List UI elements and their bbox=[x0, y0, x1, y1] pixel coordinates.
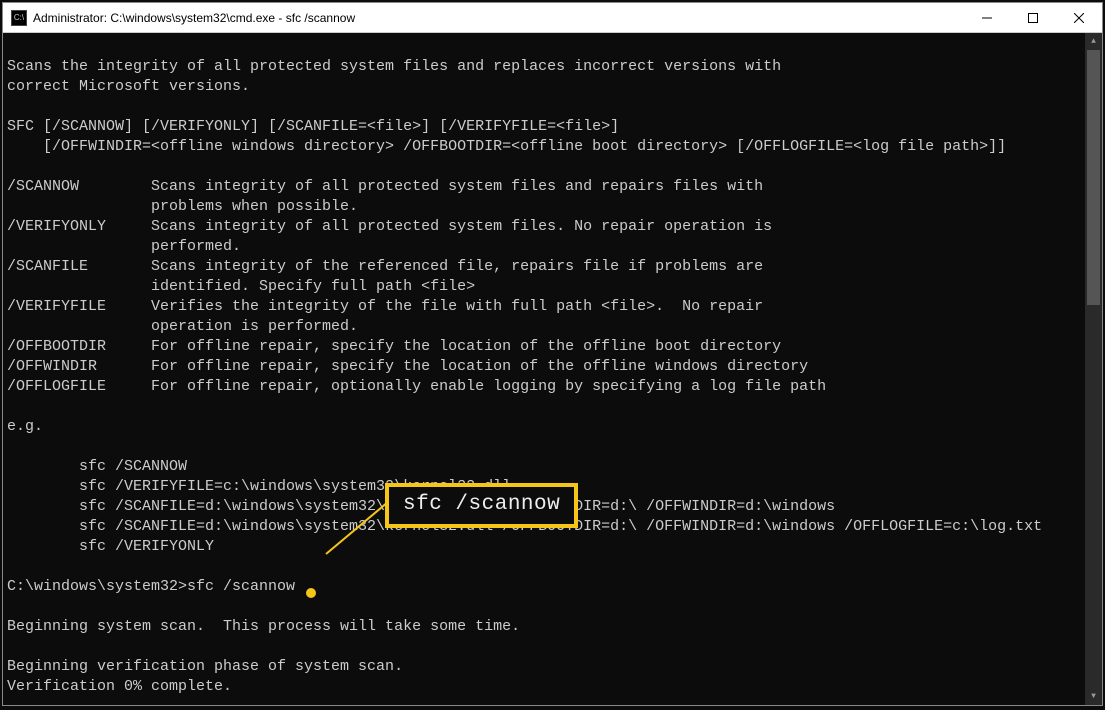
terminal-line: sfc /VERIFYONLY bbox=[7, 538, 214, 555]
close-button[interactable] bbox=[1056, 3, 1102, 33]
terminal-line: identified. Specify full path <file> bbox=[7, 278, 475, 295]
terminal-line: /SCANNOW Scans integrity of all protecte… bbox=[7, 178, 763, 195]
callout-text: sfc /scannow bbox=[403, 493, 560, 516]
terminal-line: /VERIFYONLY Scans integrity of all prote… bbox=[7, 218, 772, 235]
content-area: Scans the integrity of all protected sys… bbox=[3, 33, 1102, 705]
scroll-track[interactable] bbox=[1085, 50, 1102, 688]
terminal-line: Scans the integrity of all protected sys… bbox=[7, 58, 781, 75]
terminal-line: C:\windows\system32>sfc /scannow bbox=[7, 578, 295, 595]
terminal-line: sfc /SCANNOW bbox=[7, 458, 187, 475]
terminal-line: /OFFWINDIR For offline repair, specify t… bbox=[7, 358, 808, 375]
terminal-line: operation is performed. bbox=[7, 318, 358, 335]
terminal-line: [/OFFWINDIR=<offline windows directory> … bbox=[7, 138, 1006, 155]
vertical-scrollbar[interactable]: ▲ ▼ bbox=[1085, 33, 1102, 705]
terminal-line: SFC [/SCANNOW] [/VERIFYONLY] [/SCANFILE=… bbox=[7, 118, 619, 135]
terminal-line: Beginning system scan. This process will… bbox=[7, 618, 520, 635]
maximize-icon bbox=[1028, 13, 1038, 23]
terminal-output[interactable]: Scans the integrity of all protected sys… bbox=[3, 33, 1085, 705]
callout-box: sfc /scannow bbox=[385, 483, 578, 528]
terminal-line: correct Microsoft versions. bbox=[7, 78, 250, 95]
window-title: Administrator: C:\windows\system32\cmd.e… bbox=[33, 11, 964, 25]
maximize-button[interactable] bbox=[1010, 3, 1056, 33]
terminal-line: performed. bbox=[7, 238, 241, 255]
minimize-button[interactable] bbox=[964, 3, 1010, 33]
terminal-line: problems when possible. bbox=[7, 198, 358, 215]
terminal-line: Verification 0% complete. bbox=[7, 678, 232, 695]
terminal-line: /OFFBOOTDIR For offline repair, specify … bbox=[7, 338, 781, 355]
scroll-up-arrow-icon[interactable]: ▲ bbox=[1085, 33, 1102, 50]
callout-dot bbox=[306, 588, 316, 598]
titlebar[interactable]: C:\ Administrator: C:\windows\system32\c… bbox=[3, 3, 1102, 33]
terminal-line: /VERIFYFILE Verifies the integrity of th… bbox=[7, 298, 763, 315]
terminal-line: /OFFLOGFILE For offline repair, optional… bbox=[7, 378, 826, 395]
terminal-line: Beginning verification phase of system s… bbox=[7, 658, 403, 675]
scroll-thumb[interactable] bbox=[1087, 50, 1100, 305]
cmd-icon: C:\ bbox=[11, 10, 27, 26]
scroll-down-arrow-icon[interactable]: ▼ bbox=[1085, 688, 1102, 705]
terminal-line: /SCANFILE Scans integrity of the referen… bbox=[7, 258, 763, 275]
close-icon bbox=[1074, 13, 1084, 23]
minimize-icon bbox=[982, 13, 992, 23]
command-prompt-window: C:\ Administrator: C:\windows\system32\c… bbox=[2, 2, 1103, 706]
terminal-line: e.g. bbox=[7, 418, 43, 435]
